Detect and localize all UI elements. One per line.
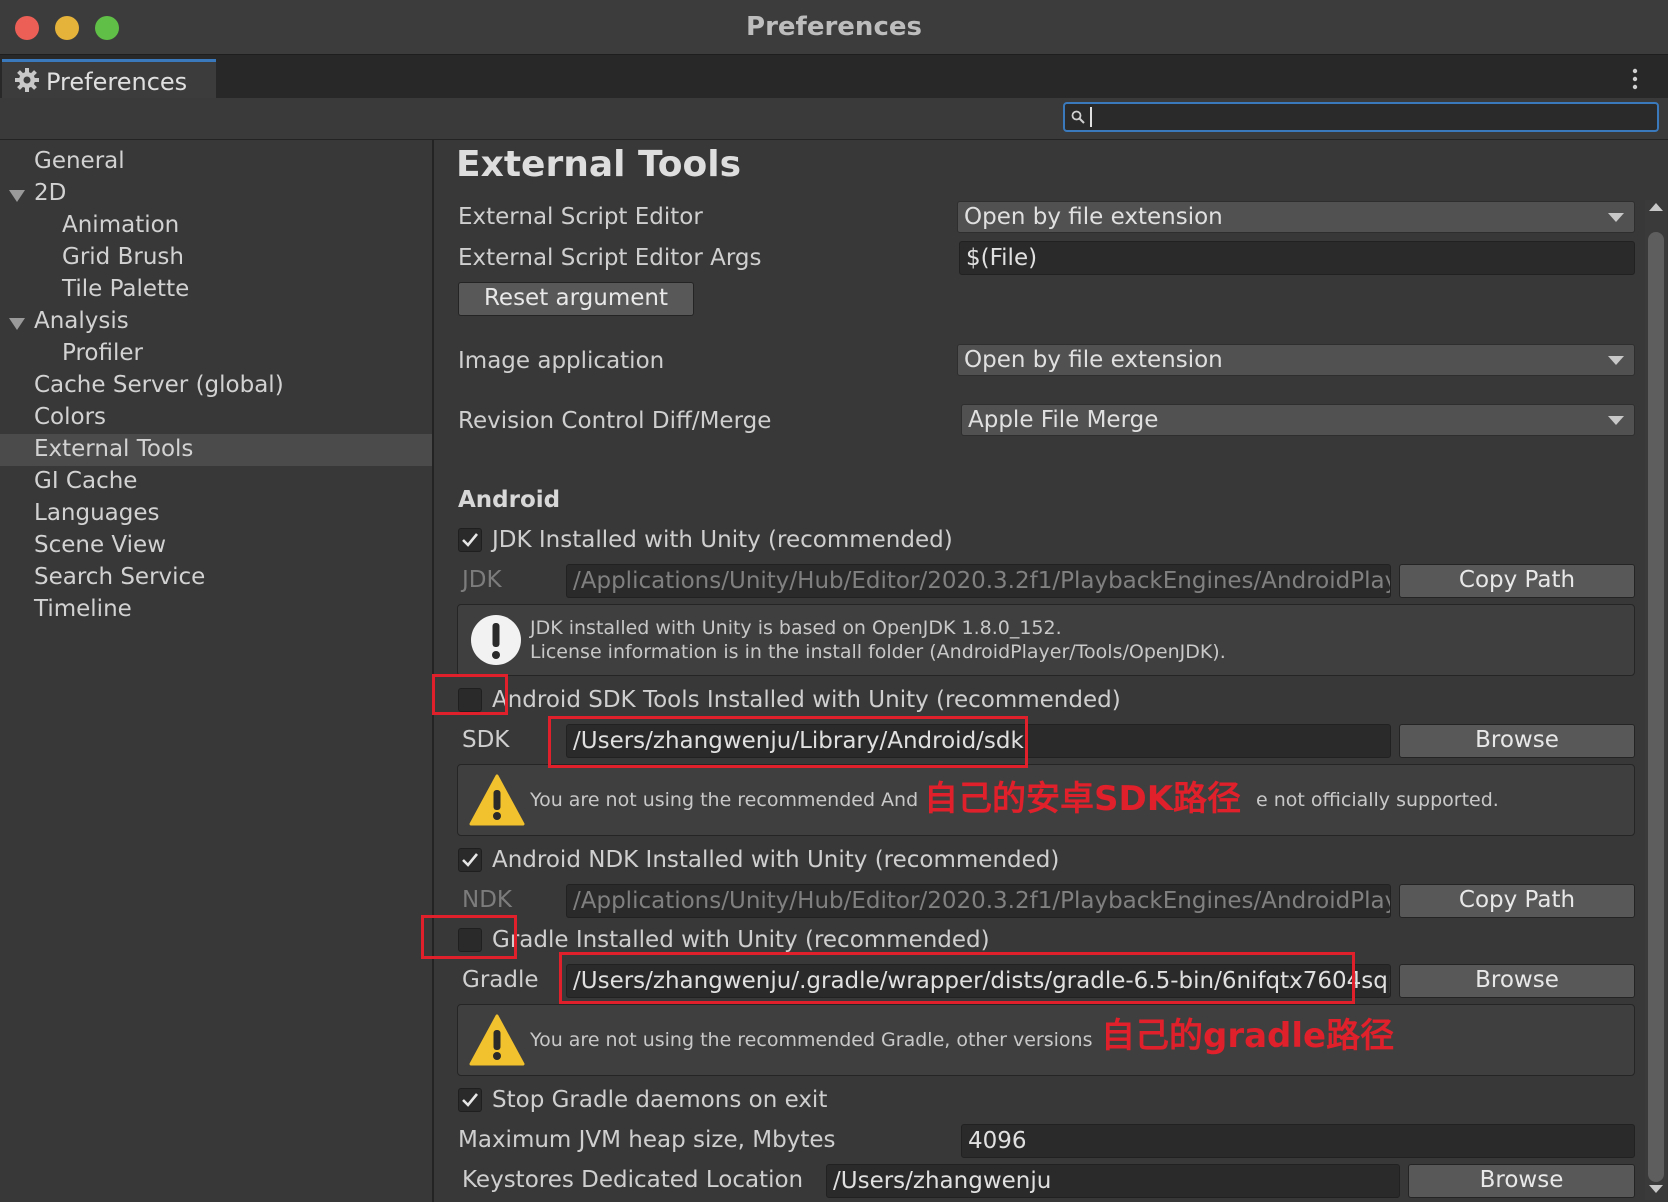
ndk-label: NDK <box>462 887 512 913</box>
sidebar-item-animation[interactable]: Animation <box>62 212 179 238</box>
gradle-warning-text: You are not using the recommended Gradle… <box>530 1029 1093 1051</box>
more-options-icon[interactable] <box>1628 66 1642 92</box>
ndk-checkbox[interactable] <box>458 848 482 872</box>
sdk-checkbox-label: Android SDK Tools Installed with Unity (… <box>492 687 1121 713</box>
sidebar-item-cache-server[interactable]: Cache Server (global) <box>34 372 284 398</box>
script-editor-args-label: External Script Editor Args <box>458 245 762 271</box>
annotation-box-sdk-path <box>548 716 1028 768</box>
checkmark-icon <box>462 1093 479 1107</box>
expand-2d-icon[interactable] <box>9 190 25 202</box>
gradle-label: Gradle <box>462 967 539 993</box>
checkmark-icon <box>462 533 479 547</box>
script-editor-args-input[interactable]: $(File) <box>959 241 1635 275</box>
text-caret <box>1090 107 1092 127</box>
sdk-label: SDK <box>462 727 510 753</box>
chevron-down-icon <box>1608 213 1624 222</box>
gradle-browse-button[interactable]: Browse <box>1399 964 1635 998</box>
stop-daemons-label: Stop Gradle daemons on exit <box>492 1087 828 1113</box>
tab-preferences-label: Preferences <box>46 68 188 96</box>
jdk-checkbox-label: JDK Installed with Unity (recommended) <box>492 527 953 553</box>
sidebar-item-grid-brush[interactable]: Grid Brush <box>62 244 184 270</box>
scroll-down-arrow-icon[interactable] <box>1647 1182 1665 1196</box>
annotation-gradle-note: 自己的gradle路径 <box>1101 1016 1395 1056</box>
sidebar-item-tile-palette[interactable]: Tile Palette <box>62 276 189 302</box>
sdk-browse-button[interactable]: Browse <box>1399 724 1635 758</box>
jdk-checkbox[interactable] <box>458 528 482 552</box>
sidebar-item-profiler[interactable]: Profiler <box>62 340 143 366</box>
search-input[interactable] <box>1063 102 1659 132</box>
jvm-heap-input[interactable]: 4096 <box>961 1124 1635 1158</box>
annotation-box-gradle-path <box>559 952 1355 1004</box>
ndk-path-value: /Applications/Unity/Hub/Editor/2020.3.2f… <box>573 888 1391 914</box>
keystores-browse-button[interactable]: Browse <box>1408 1164 1635 1198</box>
window-title: Preferences <box>746 12 922 42</box>
sidebar-item-colors[interactable]: Colors <box>34 404 106 430</box>
gradle-warning-box: You are not using the recommended Gradle… <box>457 1004 1635 1076</box>
jdk-info-box: JDK installed with Unity is based on Ope… <box>457 604 1635 676</box>
sidebar-item-analysis[interactable]: Analysis <box>34 308 129 334</box>
script-editor-dropdown[interactable]: Open by file extension <box>957 201 1635 233</box>
sidebar-item-2d[interactable]: 2D <box>34 180 66 206</box>
jvm-heap-value: 4096 <box>968 1128 1027 1154</box>
sidebar-item-languages[interactable]: Languages <box>34 500 160 526</box>
scroll-up-arrow-icon[interactable] <box>1647 200 1665 214</box>
checkmark-icon <box>462 853 479 867</box>
ndk-copy-path-button[interactable]: Copy Path <box>1399 884 1635 918</box>
ndk-path-field: /Applications/Unity/Hub/Editor/2020.3.2f… <box>566 884 1391 918</box>
android-section-header: Android <box>458 487 561 513</box>
chevron-down-icon <box>1608 416 1624 425</box>
diff-merge-label: Revision Control Diff/Merge <box>458 408 772 434</box>
reset-argument-button[interactable]: Reset argument <box>458 282 694 316</box>
script-editor-args-value: $(File) <box>966 245 1038 271</box>
sdk-warning-text-a: You are not using the recommended And <box>530 789 919 811</box>
keystores-label: Keystores Dedicated Location <box>462 1167 804 1193</box>
gradle-checkbox-label: Gradle Installed with Unity (recommended… <box>492 927 990 953</box>
image-application-value: Open by file extension <box>964 347 1223 373</box>
sidebar-item-external-tools[interactable]: External Tools <box>34 436 193 462</box>
stop-daemons-checkbox[interactable] <box>458 1088 482 1112</box>
info-icon <box>471 615 521 665</box>
sidebar-item-search-service[interactable]: Search Service <box>34 564 205 590</box>
sdk-warning-text-b: e not officially supported. <box>1256 789 1499 811</box>
script-editor-value: Open by file extension <box>964 204 1223 230</box>
annotation-box-gradle-checkbox <box>421 915 517 959</box>
scrollbar-thumb[interactable] <box>1648 232 1664 1182</box>
annotation-sdk-note: 自己的安卓SDK路径 <box>924 779 1242 819</box>
warning-icon <box>469 1014 525 1066</box>
page-title: External Tools <box>456 144 741 185</box>
sidebar-item-gi-cache[interactable]: GI Cache <box>34 468 137 494</box>
jdk-info-line1: JDK installed with Unity is based on Ope… <box>530 617 1062 639</box>
chevron-down-icon <box>1608 356 1624 365</box>
search-icon <box>1071 110 1085 124</box>
annotation-box-sdk-checkbox <box>432 674 508 715</box>
image-application-label: Image application <box>458 348 665 374</box>
jdk-copy-path-button[interactable]: Copy Path <box>1399 564 1635 598</box>
sidebar-item-scene-view[interactable]: Scene View <box>34 532 166 558</box>
keystores-value: /Users/zhangwenju <box>833 1168 1052 1194</box>
jvm-heap-label: Maximum JVM heap size, Mbytes <box>458 1127 836 1153</box>
jdk-path-field: /Applications/Unity/Hub/Editor/2020.3.2f… <box>566 564 1391 598</box>
keystores-input[interactable]: /Users/zhangwenju <box>826 1164 1400 1198</box>
diff-merge-dropdown[interactable]: Apple File Merge <box>961 404 1635 436</box>
sidebar-item-timeline[interactable]: Timeline <box>34 596 132 622</box>
tab-strip <box>0 55 1668 98</box>
sidebar-item-general[interactable]: General <box>34 148 125 174</box>
diff-merge-value: Apple File Merge <box>968 407 1159 433</box>
gear-icon <box>15 68 39 92</box>
ndk-checkbox-label: Android NDK Installed with Unity (recomm… <box>492 847 1060 873</box>
jdk-info-line2: License information is in the install fo… <box>530 641 1226 663</box>
expand-analysis-icon[interactable] <box>9 318 25 330</box>
jdk-path-value: /Applications/Unity/Hub/Editor/2020.3.2f… <box>573 568 1391 594</box>
script-editor-label: External Script Editor <box>458 204 703 230</box>
image-application-dropdown[interactable]: Open by file extension <box>957 344 1635 376</box>
warning-icon <box>469 774 525 826</box>
jdk-label: JDK <box>462 567 502 593</box>
